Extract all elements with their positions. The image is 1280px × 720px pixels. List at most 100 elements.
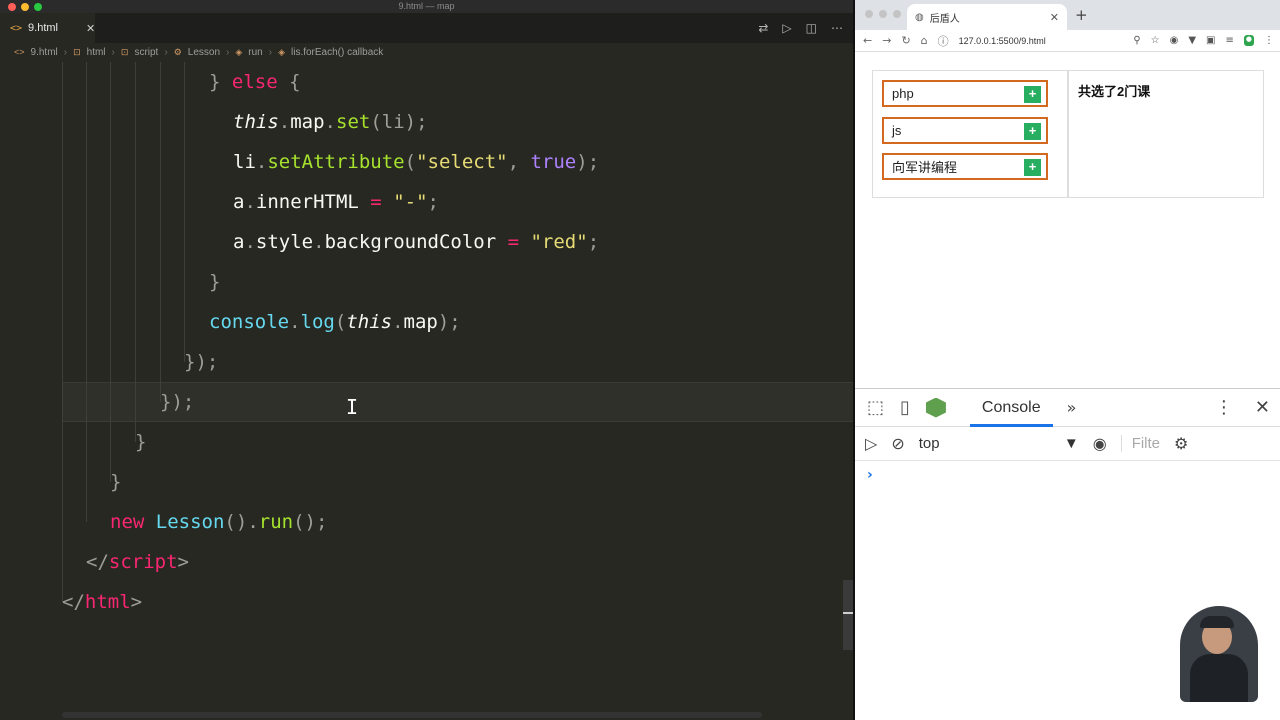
extension-icon[interactable]: ▼ <box>1188 35 1196 46</box>
menu-icon[interactable]: ⋮ <box>1264 35 1274 46</box>
add-lesson-button[interactable]: + <box>1024 123 1041 140</box>
editor-tab-9-html[interactable]: <> 9.html ✕ <box>0 13 95 43</box>
browser-tab[interactable]: ◍ 后盾人 ✕ <box>907 4 1067 30</box>
screen: 9.html — map <> 9.html ✕ ⇄ ▷ ◫ ⋯ <> 9.ht… <box>0 0 1280 720</box>
chevron-right-icon: › <box>63 46 68 58</box>
node-devtools-icon[interactable] <box>925 397 946 418</box>
code-line: } else { <box>209 62 301 102</box>
code-token: Lesson <box>155 511 225 533</box>
tab-console[interactable]: Console <box>969 389 1053 427</box>
lesson-item: 向军讲编程 + <box>882 153 1048 180</box>
forward-icon[interactable]: → <box>882 34 891 47</box>
back-icon[interactable]: ← <box>863 34 872 47</box>
bookmark-star-icon[interactable]: ☆ <box>1151 35 1160 46</box>
extension-icon[interactable]: ◉ <box>1170 35 1179 46</box>
breadcrumb-item[interactable]: Lesson <box>188 47 220 58</box>
code-line: }); <box>184 351 219 373</box>
context-selector[interactable]: top ▼ <box>919 435 1079 452</box>
devtools-menu-icon[interactable]: ⋮ <box>1215 397 1233 418</box>
code-token: ( <box>404 151 417 173</box>
code-token: run <box>258 511 294 533</box>
close-tab-icon[interactable]: ✕ <box>1050 11 1059 24</box>
more-tabs-icon[interactable]: » <box>1067 398 1077 417</box>
add-lesson-button[interactable]: + <box>1024 86 1041 103</box>
run-icon[interactable]: ▷ <box>782 21 791 35</box>
chevron-right-icon: › <box>226 46 230 58</box>
html-file-icon: <> <box>14 47 25 57</box>
code-line: </html> <box>62 582 142 622</box>
code-token: map <box>403 311 438 333</box>
close-tab-icon[interactable]: ✕ <box>86 22 95 35</box>
inspect-element-icon[interactable]: ⬚ <box>867 397 884 418</box>
code-editor: 9.html — map <> 9.html ✕ ⇄ ▷ ◫ ⋯ <> 9.ht… <box>0 0 853 720</box>
code-token: style <box>255 231 314 253</box>
breadcrumb-item[interactable]: run <box>248 47 262 58</box>
code-token: </ <box>62 591 85 613</box>
code-token: li <box>233 151 256 173</box>
add-lesson-button[interactable]: + <box>1024 159 1041 176</box>
code-token: log <box>300 311 335 333</box>
code-token: , <box>507 151 531 173</box>
breadcrumb-item[interactable]: lis.forEach() callback <box>291 47 383 58</box>
zoom-icon[interactable]: ⚲ <box>1133 35 1140 46</box>
home-icon[interactable]: ⌂ <box>921 34 928 47</box>
info-icon: ⓘ <box>937 34 949 48</box>
zoom-window-button[interactable] <box>893 10 901 18</box>
extension-icon[interactable]: ▣ <box>1206 35 1215 46</box>
code-token: . <box>313 231 325 253</box>
chevron-right-icon: › <box>164 46 168 58</box>
code-token: html <box>84 591 131 613</box>
split-editor-icon[interactable]: ◫ <box>806 21 817 35</box>
reload-icon[interactable]: ↻ <box>901 34 910 47</box>
code-token: { <box>277 71 301 93</box>
breadcrumb-item[interactable]: html <box>87 47 106 58</box>
device-toolbar-icon[interactable]: ▯ <box>900 397 910 418</box>
code-token: backgroundColor <box>324 231 497 253</box>
breadcrumb: <> 9.html › ⊡ html › ⊡ script › ⚙ Lesson… <box>0 43 853 61</box>
code-token: innerHTML <box>255 191 359 213</box>
code-token: "select" <box>416 151 508 173</box>
live-expression-eye-icon[interactable]: ◉ <box>1093 434 1107 453</box>
code-token: . <box>289 311 301 333</box>
code-token: map <box>290 111 325 133</box>
breadcrumb-item[interactable]: 9.html <box>31 47 58 58</box>
selection-summary: 共选了2门课 <box>1068 70 1264 198</box>
web-page: php + js + 向军讲编程 + 共选了2门课 <box>855 53 1280 388</box>
minimize-window-button[interactable] <box>879 10 887 18</box>
extension-icon[interactable]: ≡ <box>1226 35 1234 46</box>
compare-icon[interactable]: ⇄ <box>758 21 768 35</box>
address-bar[interactable]: 127.0.0.1:5500/9.html <box>959 36 1099 46</box>
code-area[interactable]: } else { this.map.set(li); li.setAttribu… <box>0 62 853 702</box>
console-filter-input[interactable]: Filte <box>1120 435 1160 452</box>
code-token: "red" <box>530 231 588 253</box>
dropdown-arrow-icon: ▼ <box>1063 435 1079 452</box>
breadcrumb-item[interactable]: script <box>134 47 158 58</box>
code-token: ; <box>427 191 439 213</box>
code-line: a.innerHTML = "-"; <box>233 182 439 222</box>
profile-avatar-icon[interactable]: ● <box>1243 35 1254 46</box>
code-token: new <box>110 511 145 533</box>
presenter-webcam-overlay <box>1180 606 1258 702</box>
code-token: = <box>358 191 394 213</box>
vertical-scrollbar[interactable] <box>843 580 853 650</box>
console-toolbar: ▷ ⊘ top ▼ ◉ Filte ⚙ <box>855 427 1280 461</box>
class-icon: ⚙ <box>173 46 182 57</box>
close-window-button[interactable] <box>865 10 873 18</box>
horizontal-scrollbar[interactable] <box>62 712 762 718</box>
code-token: . <box>392 311 404 333</box>
sidebar-toggle-icon[interactable]: ▷ <box>865 434 877 453</box>
element-icon: ⊡ <box>73 46 81 57</box>
code-token: . <box>244 191 256 213</box>
devtools-tabbar: ⬚ ▯ Console » ⋮ ✕ <box>855 389 1280 427</box>
close-devtools-icon[interactable]: ✕ <box>1255 397 1270 418</box>
more-actions-icon[interactable]: ⋯ <box>831 21 843 35</box>
editor-tab-label: 9.html <box>28 22 59 34</box>
new-tab-icon[interactable]: + <box>1075 6 1088 24</box>
devtools-actions: ⋮ ✕ <box>1215 397 1270 418</box>
clear-console-icon[interactable]: ⊘ <box>891 434 904 453</box>
window-titlebar: 9.html — map <box>0 0 853 13</box>
window-title: 9.html — map <box>398 1 455 11</box>
code-token: (); <box>293 511 328 533</box>
console-prompt[interactable]: › <box>867 467 873 483</box>
console-settings-gear-icon[interactable]: ⚙ <box>1174 434 1188 453</box>
